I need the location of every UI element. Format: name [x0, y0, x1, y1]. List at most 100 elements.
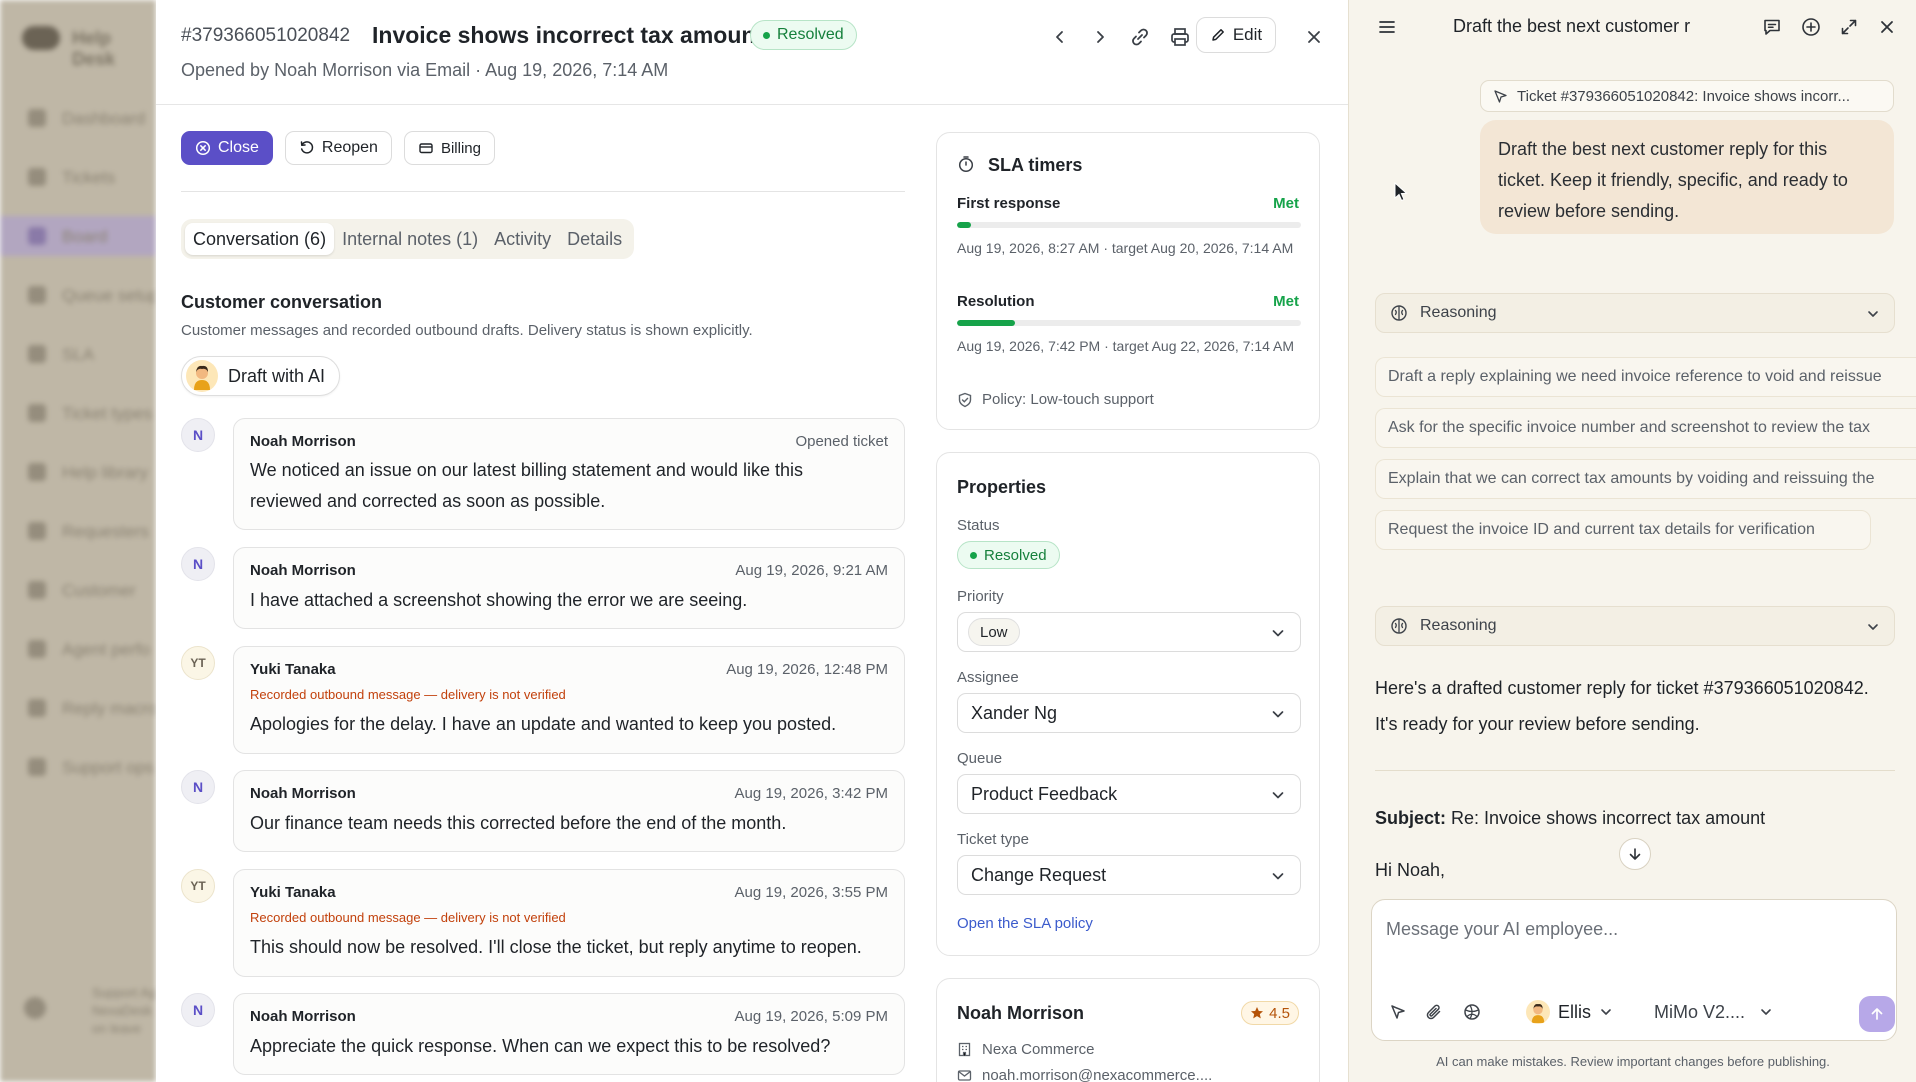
message-author: Noah Morrison — [250, 562, 356, 579]
ticket-reference-chip[interactable]: Ticket #379366051020842: Invoice shows i… — [1480, 80, 1894, 112]
sidebar-item-queue-setup[interactable]: Queue setup — [0, 275, 156, 315]
status-badge[interactable]: Resolved — [957, 541, 1060, 569]
dashboard-icon — [28, 109, 46, 127]
tab-details[interactable]: Details — [559, 223, 630, 255]
queue-icon — [28, 286, 46, 304]
copy-link-button[interactable] — [1125, 22, 1155, 52]
sidebar-item-requesters[interactable]: Requesters — [0, 511, 156, 551]
message-text: Appreciate the quick response. When can … — [250, 1036, 831, 1056]
contact-email[interactable]: noah.morrison@nexacommerce.... — [957, 1067, 1212, 1082]
previous-ticket-button[interactable] — [1045, 22, 1075, 52]
chevron-left-icon — [1056, 31, 1063, 43]
message-card: Yuki Tanaka Aug 19, 2026, 3:55 PM Record… — [233, 869, 905, 977]
ticket-type-select[interactable]: Change Request — [957, 855, 1301, 895]
performance-icon — [28, 640, 46, 658]
chevron-down-icon — [1272, 711, 1284, 718]
tab-activity[interactable]: Activity — [486, 223, 559, 255]
link-icon — [1132, 28, 1148, 46]
avatar: N — [181, 993, 215, 1027]
sla-icon — [28, 345, 46, 363]
resolution-status: Met — [1273, 293, 1299, 310]
resolution-label: Resolution — [957, 293, 1035, 310]
suggestion-chip[interactable]: Request the invoice ID and current tax d… — [1375, 510, 1871, 550]
sidebar-item-reply-macros[interactable]: Reply macro — [0, 688, 156, 728]
sla-card: SLA timers First response Met Aug 19, 20… — [936, 132, 1320, 430]
tab-conversation[interactable]: Conversation (6) — [185, 223, 335, 255]
tab-internal-notes[interactable]: Internal notes (1) — [334, 223, 486, 255]
edit-button[interactable]: Edit — [1196, 17, 1276, 53]
brain-icon — [1391, 618, 1407, 634]
chat-menu-button[interactable] — [1373, 13, 1401, 41]
print-icon — [1171, 28, 1189, 46]
priority-select[interactable]: Low — [957, 612, 1301, 652]
close-icon — [1308, 31, 1320, 43]
scroll-to-bottom-button[interactable] — [1619, 838, 1651, 870]
suggestion-chip[interactable]: Draft a reply explaining we need invoice… — [1375, 357, 1916, 397]
sidebar-item-customer[interactable]: Customer — [0, 570, 156, 610]
new-chat-button[interactable] — [1797, 13, 1825, 41]
conversation-title: Customer conversation — [181, 292, 383, 312]
ticket-tabs: Conversation (6) Internal notes (1) Acti… — [181, 219, 635, 259]
billing-tag-button[interactable]: Billing — [403, 131, 495, 165]
suggestion-chip[interactable]: Ask for the specific invoice number and … — [1375, 408, 1916, 448]
select-element-button[interactable] — [1384, 998, 1412, 1026]
assignee-select[interactable]: Xander Ng — [957, 693, 1301, 733]
reopen-button[interactable]: Reopen — [284, 131, 392, 165]
sidebar-item-tickets[interactable]: Tickets — [0, 157, 156, 197]
message-square-icon — [1764, 19, 1780, 35]
sidebar-item-help-library[interactable]: Help library — [0, 452, 156, 492]
suggestion-chip[interactable]: Explain that we can correct tax amounts … — [1375, 459, 1916, 499]
status-label: Status — [957, 517, 1000, 534]
first-response-detail: Aug 19, 2026, 8:27 AM · target Aug 20, 2… — [957, 240, 1294, 256]
send-button[interactable] — [1859, 996, 1895, 1032]
background-sidebar: Help Desk Dashboard Tickets Board Queue … — [0, 0, 156, 1082]
draft-with-ai-button[interactable]: Draft with AI — [181, 356, 341, 396]
sidebar-item-board[interactable]: Board — [0, 216, 156, 256]
chevron-down-icon — [1761, 1009, 1771, 1015]
message-author: Noah Morrison — [250, 785, 356, 802]
message-input[interactable] — [1386, 914, 1876, 944]
close-ticket-panel-button[interactable] — [1299, 22, 1329, 52]
sidebar-item-dashboard[interactable]: Dashboard — [0, 98, 156, 138]
arrow-up-icon — [1871, 1008, 1883, 1020]
open-sla-policy-link[interactable]: Open the SLA policy — [957, 915, 1093, 932]
user-message-bubble: Draft the best next customer reply for t… — [1480, 120, 1894, 234]
queue-select[interactable]: Product Feedback — [957, 774, 1301, 814]
sidebar-item-ticket-types[interactable]: Ticket types — [0, 393, 156, 433]
attach-file-button[interactable] — [1420, 998, 1448, 1026]
expand-chat-button[interactable] — [1835, 13, 1863, 41]
chevron-down-icon — [1272, 630, 1284, 637]
sla-policy: Policy: Low-touch support — [957, 391, 1154, 408]
close-chat-button[interactable] — [1873, 13, 1901, 41]
model-select[interactable]: MiMo V2.... — [1648, 996, 1779, 1028]
sidebar-item-support-ops[interactable]: Support ops — [0, 747, 156, 787]
sidebar-item-sla[interactable]: SLA — [0, 334, 156, 374]
sidebar-item-agent-performance[interactable]: Agent perfo — [0, 629, 156, 669]
print-button[interactable] — [1165, 22, 1195, 52]
next-ticket-button[interactable] — [1085, 22, 1115, 52]
sla-title: SLA timers — [988, 155, 1083, 175]
tools-button[interactable] — [1458, 998, 1486, 1026]
close-button[interactable]: Close — [181, 131, 273, 165]
ai-chat-panel: Draft the best next customer r Ticket #3… — [1348, 0, 1916, 1082]
ticket-header: #379366051020842 Invoice shows incorrect… — [156, 0, 1348, 105]
arrow-down-icon — [1629, 848, 1641, 860]
cursor-arrow-icon — [1391, 1005, 1405, 1019]
message-text: We noticed an issue on our latest billin… — [250, 460, 803, 511]
chat-history-button[interactable] — [1758, 13, 1786, 41]
customer-icon — [28, 581, 46, 599]
avatar: YT — [181, 646, 215, 680]
queue-label: Queue — [957, 750, 1003, 767]
priority-label: Priority — [957, 588, 1004, 605]
contact-name: Noah Morrison — [957, 1003, 1085, 1023]
agent-select[interactable]: Ellis — [1520, 996, 1619, 1028]
ai-disclaimer: AI can make mistakes. Review important c… — [1436, 1054, 1830, 1069]
assignee-label: Assignee — [957, 669, 1019, 686]
mail-icon — [957, 1070, 972, 1081]
avatar: N — [181, 547, 215, 581]
draft-salutation: Hi Noah, — [1375, 860, 1446, 880]
reasoning-toggle[interactable]: Reasoning — [1375, 293, 1895, 333]
reasoning-toggle[interactable]: Reasoning — [1375, 606, 1895, 646]
sidebar-user[interactable]: Support Agent NexaDesk Co. on leave — [20, 985, 156, 1045]
chevron-down-icon — [1272, 873, 1284, 880]
